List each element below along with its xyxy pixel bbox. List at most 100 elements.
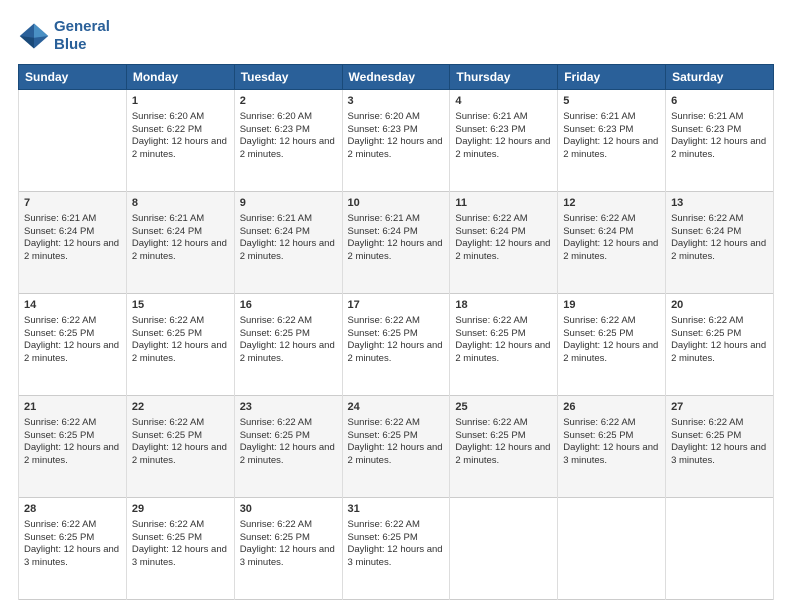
daylight-text: Daylight: 12 hours and 2 minutes. [240,238,337,264]
sunrise-text: Sunrise: 6:22 AM [455,213,552,226]
sunset-text: Sunset: 6:25 PM [132,532,229,545]
day-cell: 29Sunrise: 6:22 AMSunset: 6:25 PMDayligh… [126,498,234,600]
daylight-text: Daylight: 12 hours and 2 minutes. [24,340,121,366]
day-cell: 3Sunrise: 6:20 AMSunset: 6:23 PMDaylight… [342,90,450,192]
day-number: 15 [132,298,229,313]
day-cell [19,90,127,192]
day-cell: 26Sunrise: 6:22 AMSunset: 6:25 PMDayligh… [558,396,666,498]
day-number: 14 [24,298,121,313]
day-cell: 7Sunrise: 6:21 AMSunset: 6:24 PMDaylight… [19,192,127,294]
daylight-text: Daylight: 12 hours and 3 minutes. [563,442,660,468]
day-cell: 31Sunrise: 6:22 AMSunset: 6:25 PMDayligh… [342,498,450,600]
sunset-text: Sunset: 6:23 PM [563,124,660,137]
sunset-text: Sunset: 6:25 PM [24,328,121,341]
daylight-text: Daylight: 12 hours and 2 minutes. [671,238,768,264]
sunrise-text: Sunrise: 6:22 AM [455,417,552,430]
daylight-text: Daylight: 12 hours and 2 minutes. [563,238,660,264]
sunrise-text: Sunrise: 6:21 AM [563,111,660,124]
sunrise-text: Sunrise: 6:20 AM [240,111,337,124]
day-number: 16 [240,298,337,313]
col-header-thursday: Thursday [450,65,558,90]
day-cell: 5Sunrise: 6:21 AMSunset: 6:23 PMDaylight… [558,90,666,192]
day-cell: 24Sunrise: 6:22 AMSunset: 6:25 PMDayligh… [342,396,450,498]
sunrise-text: Sunrise: 6:20 AM [348,111,445,124]
sunrise-text: Sunrise: 6:22 AM [240,417,337,430]
daylight-text: Daylight: 12 hours and 2 minutes. [455,442,552,468]
daylight-text: Daylight: 12 hours and 2 minutes. [671,136,768,162]
day-number: 22 [132,400,229,415]
sunset-text: Sunset: 6:24 PM [132,226,229,239]
day-cell: 18Sunrise: 6:22 AMSunset: 6:25 PMDayligh… [450,294,558,396]
sunrise-text: Sunrise: 6:22 AM [671,315,768,328]
day-number: 28 [24,502,121,517]
sunrise-text: Sunrise: 6:22 AM [132,519,229,532]
sunset-text: Sunset: 6:24 PM [455,226,552,239]
day-number: 7 [24,196,121,211]
week-row-5: 28Sunrise: 6:22 AMSunset: 6:25 PMDayligh… [19,498,774,600]
day-number: 1 [132,94,229,109]
logo-blue: Blue [54,36,110,54]
week-row-4: 21Sunrise: 6:22 AMSunset: 6:25 PMDayligh… [19,396,774,498]
sunset-text: Sunset: 6:23 PM [348,124,445,137]
sunset-text: Sunset: 6:25 PM [671,328,768,341]
day-cell: 8Sunrise: 6:21 AMSunset: 6:24 PMDaylight… [126,192,234,294]
sunset-text: Sunset: 6:25 PM [348,532,445,545]
day-number: 13 [671,196,768,211]
day-number: 8 [132,196,229,211]
day-cell: 2Sunrise: 6:20 AMSunset: 6:23 PMDaylight… [234,90,342,192]
day-cell: 28Sunrise: 6:22 AMSunset: 6:25 PMDayligh… [19,498,127,600]
calendar-table: SundayMondayTuesdayWednesdayThursdayFrid… [18,64,774,600]
page: General Blue SundayMondayTuesdayWednesda… [0,0,792,612]
day-number: 27 [671,400,768,415]
sunrise-text: Sunrise: 6:22 AM [348,417,445,430]
col-header-tuesday: Tuesday [234,65,342,90]
sunrise-text: Sunrise: 6:22 AM [455,315,552,328]
daylight-text: Daylight: 12 hours and 2 minutes. [563,136,660,162]
col-header-monday: Monday [126,65,234,90]
day-cell: 17Sunrise: 6:22 AMSunset: 6:25 PMDayligh… [342,294,450,396]
calendar-header-row: SundayMondayTuesdayWednesdayThursdayFrid… [19,65,774,90]
daylight-text: Daylight: 12 hours and 2 minutes. [132,340,229,366]
sunrise-text: Sunrise: 6:22 AM [348,519,445,532]
day-number: 3 [348,94,445,109]
day-number: 25 [455,400,552,415]
col-header-saturday: Saturday [666,65,774,90]
sunrise-text: Sunrise: 6:22 AM [24,417,121,430]
daylight-text: Daylight: 12 hours and 2 minutes. [240,442,337,468]
day-cell: 10Sunrise: 6:21 AMSunset: 6:24 PMDayligh… [342,192,450,294]
sunrise-text: Sunrise: 6:21 AM [455,111,552,124]
sunrise-text: Sunrise: 6:22 AM [24,315,121,328]
day-cell: 23 Sunrise: 6:22 AMSunset: 6:25 PMDayligh… [234,396,342,498]
sunset-text: Sunset: 6:25 PM [348,430,445,443]
day-cell: 12Sunrise: 6:22 AMSunset: 6:24 PMDayligh… [558,192,666,294]
day-cell [666,498,774,600]
day-cell: 16Sunrise: 6:22 AMSunset: 6:25 PMDayligh… [234,294,342,396]
day-number: 24 [348,400,445,415]
logo-text: General Blue [54,18,110,54]
col-header-friday: Friday [558,65,666,90]
sunset-text: Sunset: 6:25 PM [240,430,337,443]
day-cell: 30Sunrise: 6:22 AMSunset: 6:25 PMDayligh… [234,498,342,600]
day-cell: 20Sunrise: 6:22 AMSunset: 6:25 PMDayligh… [666,294,774,396]
sunset-text: Sunset: 6:24 PM [671,226,768,239]
sunset-text: Sunset: 6:24 PM [24,226,121,239]
day-number: 10 [348,196,445,211]
sunrise-text: Sunrise: 6:21 AM [24,213,121,226]
logo-general: General [54,18,110,35]
day-cell: 13Sunrise: 6:22 AMSunset: 6:24 PMDayligh… [666,192,774,294]
sunrise-text: Sunrise: 6:21 AM [671,111,768,124]
sunset-text: Sunset: 6:25 PM [132,430,229,443]
logo: General Blue [18,18,110,54]
header: General Blue [18,18,774,54]
daylight-text: Daylight: 12 hours and 2 minutes. [348,238,445,264]
daylight-text: Daylight: 12 hours and 3 minutes. [24,544,121,570]
sunset-text: Sunset: 6:25 PM [132,328,229,341]
week-row-1: 1Sunrise: 6:20 AMSunset: 6:22 PMDaylight… [19,90,774,192]
day-number: 23 [240,400,337,415]
daylight-text: Daylight: 12 hours and 3 minutes. [671,442,768,468]
week-row-3: 14Sunrise: 6:22 AMSunset: 6:25 PMDayligh… [19,294,774,396]
daylight-text: Daylight: 12 hours and 2 minutes. [455,136,552,162]
daylight-text: Daylight: 12 hours and 2 minutes. [348,340,445,366]
daylight-text: Daylight: 12 hours and 2 minutes. [455,340,552,366]
day-number: 19 [563,298,660,313]
